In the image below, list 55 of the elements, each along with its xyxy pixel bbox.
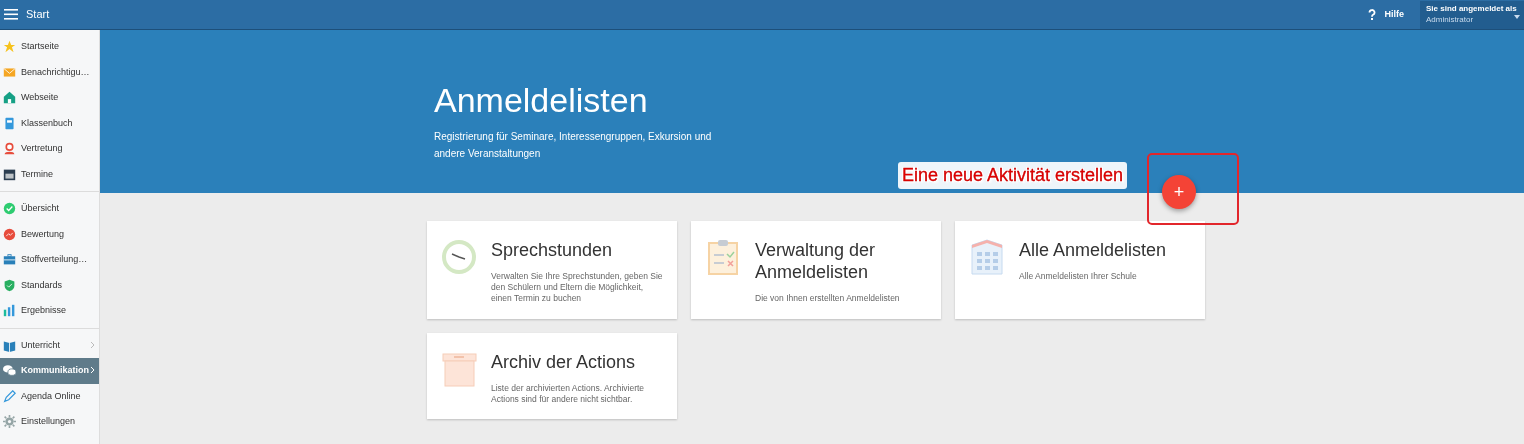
sidebar-item[interactable]: Webseite [0,85,99,111]
chart-circle-icon [3,227,16,241]
card-title: Archiv der Actions [491,351,637,373]
menu-icon[interactable] [4,9,18,20]
chat-icon [3,364,16,378]
bar-chart-icon [3,304,16,318]
caret-icon [1514,14,1520,19]
sidebar-item[interactable]: Termine [0,161,99,187]
card-title: Verwaltung der Anmeldelisten [755,239,877,283]
book-icon [3,116,16,130]
pen-icon [3,389,16,403]
star-icon [3,40,16,54]
card-description: Verwalten Sie Ihre Sprechstunden, geben Sie den Schülern und Eltern die Möglichkeit, einen Termin zu buchen [491,271,664,304]
check-icon [3,202,16,216]
gear-icon [3,415,16,429]
tile-card[interactable]: Archiv der Actions Liste der archivierten Actions. Archivierte Actions sind für andere nicht sichtbar. [427,333,677,419]
sidebar-item[interactable]: Agenda Online [0,383,99,409]
sidebar-item[interactable]: Unterricht [0,332,99,358]
hero-title: Anmeldelisten [434,80,649,120]
calendar-icon [3,167,16,181]
shield-icon [3,278,16,292]
help-link[interactable]: Hilfe [1384,7,1404,22]
envelope-icon [3,65,16,79]
person-icon [3,142,16,156]
sidebar-item[interactable]: Klassenbuch [0,110,99,136]
sidebar-item[interactable]: Startseite [0,34,99,60]
page-title: Start [26,7,50,23]
add-button[interactable]: + [1162,175,1196,209]
sidebar-item[interactable]: Benachrichtigu… [0,59,99,85]
card-title: Alle Anmeldelisten [1019,239,1167,261]
building-icon [969,239,1005,275]
card-description: Die von Ihnen erstellten Anmeldelisten [755,293,901,304]
sidebar-item[interactable]: Bewertung [0,221,99,247]
user-dropdown[interactable]: Sie sind angemeldet als Administrator [1420,0,1524,29]
tile-card[interactable]: Verwaltung der Anmeldelisten Die von Ihnen erstellten Anmeldelisten [691,221,941,319]
help-icon[interactable] [1368,9,1377,20]
tile-card[interactable]: Sprechstunden Verwalten Sie Ihre Sprechstunden, geben Sie den Schülern und Eltern die Möglichkeit, einen Termin zu buchen [427,221,677,319]
hero-subtitle: Registrierung für Seminare, Interessengruppen, Exkursion und andere Veranstaltungen [434,130,713,161]
card-description: Liste der archivierten Actions. Archivierte Actions sind für andere nicht sichtbar. [491,383,646,405]
sidebar-item[interactable]: Kommunikation [0,358,99,384]
sidebar-item[interactable]: Vertretung [0,136,99,162]
sidebar-item[interactable]: Standards [0,272,99,298]
sidebar-item[interactable]: Stoffverteilung… [0,247,99,273]
sidebar-item[interactable]: Übersicht [0,196,99,222]
house-icon [3,91,16,105]
sidebar-item[interactable]: Einstellungen [0,409,99,435]
tile-card[interactable]: Alle Anmeldelisten Alle Anmeldelisten Ihrer Schule [955,221,1205,319]
briefcase-icon [3,253,16,267]
sidebar-item[interactable]: Ergebnisse [0,298,99,324]
box-icon [441,351,477,387]
clipboard-icon [705,239,741,275]
annotation-text: Eine neue Aktivität erstellen [898,162,1128,189]
card-title: Sprechstunden [491,239,614,261]
clock-icon [441,239,477,275]
card-description: Alle Anmeldelisten Ihrer Schule [1019,271,1138,282]
